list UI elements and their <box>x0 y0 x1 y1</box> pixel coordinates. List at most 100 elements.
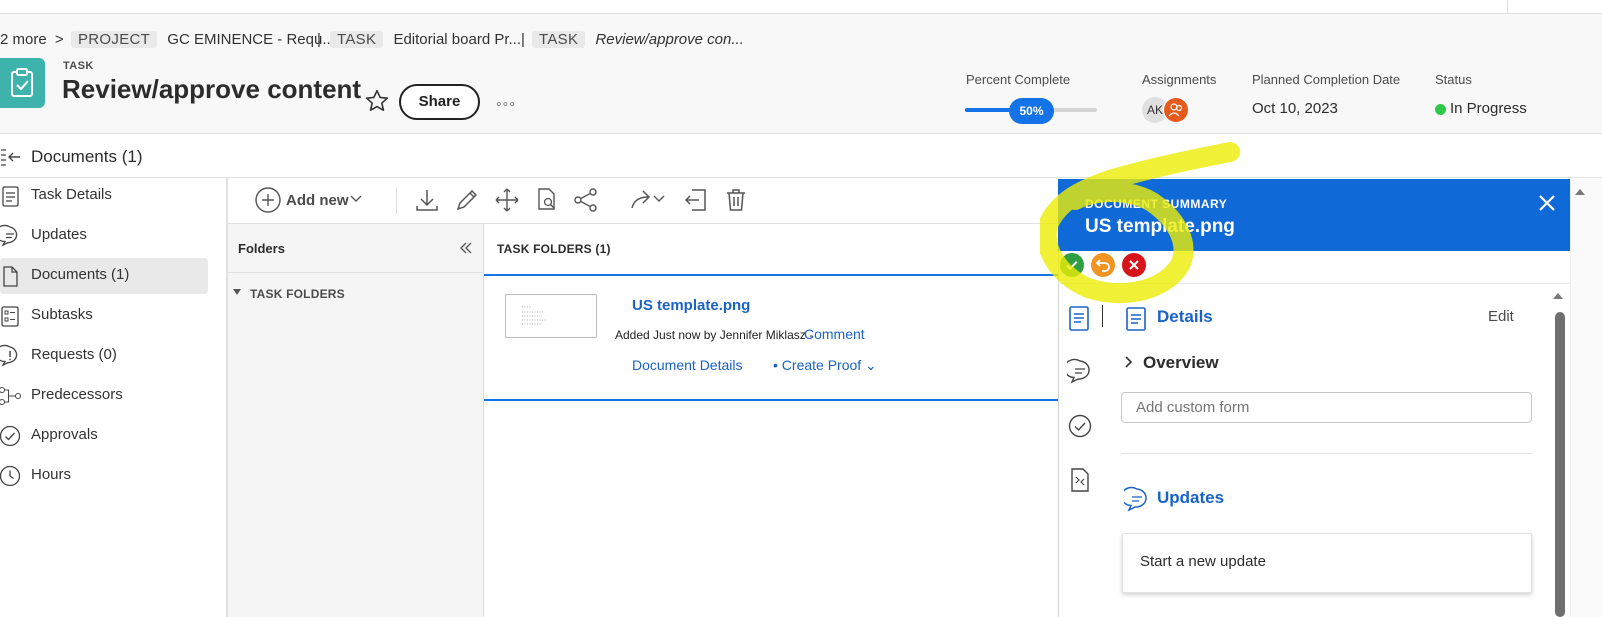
star-icon[interactable] <box>364 88 390 114</box>
clipboard-check-icon <box>0 58 45 108</box>
overview-toggle[interactable]: Overview <box>1143 353 1219 373</box>
chevron-right-icon[interactable] <box>1124 355 1134 369</box>
planned-date-label: Planned Completion Date <box>1252 72 1401 87</box>
download-icon[interactable] <box>413 186 441 214</box>
comment-link[interactable]: Comment <box>804 326 865 342</box>
double-chevron-left-icon[interactable] <box>459 241 473 255</box>
nav-item-label: Documents (1) <box>31 266 130 283</box>
breadcrumb-label: Review/approve con... <box>595 31 744 48</box>
share-network-icon[interactable] <box>572 186 600 214</box>
selected-row-bottom-border <box>484 399 1058 401</box>
nav-item-label: Subtasks <box>31 306 93 323</box>
status-badge[interactable]: In Progress <box>1450 100 1527 117</box>
details-icon <box>1124 306 1148 332</box>
move-icon[interactable] <box>493 186 521 214</box>
collapse-nav-icon[interactable] <box>0 147 24 167</box>
nav-item-task-details[interactable]: Task Details <box>0 178 208 214</box>
document-toolbar <box>228 178 1058 224</box>
task-type-label: TASK <box>63 60 94 72</box>
document-name-link[interactable]: US template.png <box>632 297 750 314</box>
breadcrumb-label: GC EMINENCE - Requ... <box>167 31 335 48</box>
breadcrumb-label: Editorial board Pr... <box>393 31 522 48</box>
dependency-icon <box>0 387 21 405</box>
nav-item-approvals[interactable]: Approvals <box>0 418 208 454</box>
edit-pencil-icon[interactable] <box>453 186 481 214</box>
forward-arrow-icon[interactable] <box>628 186 656 214</box>
nav-item-subtasks[interactable]: Subtasks <box>0 298 208 334</box>
comments-tab-icon[interactable] <box>1067 358 1093 386</box>
left-nav: Task Details Updates Documents (1) Subta… <box>0 178 228 617</box>
add-new-button[interactable]: Add new <box>286 192 349 209</box>
document-added-info: Added Just now by Jennifer Miklasz - <box>615 328 814 342</box>
folders-header: Folders <box>238 241 285 256</box>
share-button[interactable]: Share <box>399 84 480 120</box>
breadcrumb-more[interactable]: 2 more > <box>0 24 64 56</box>
nav-item-label: Task Details <box>31 186 112 203</box>
approvals-tab-icon[interactable] <box>1067 412 1093 440</box>
breadcrumb-type-badge: PROJECT <box>71 31 158 48</box>
breadcrumb-chevron: > <box>54 31 64 48</box>
document-icon <box>2 186 19 207</box>
scroll-up-arrow-icon[interactable] <box>1553 293 1563 299</box>
documents-bar-title: Documents (1) <box>31 147 143 166</box>
details-section-title: Details <box>1157 307 1213 326</box>
check-in-icon[interactable] <box>682 186 710 214</box>
checklist-icon <box>1 306 19 327</box>
nav-item-label: Predecessors <box>31 386 123 403</box>
nav-item-label: Updates <box>31 226 87 243</box>
preview-document-icon[interactable] <box>533 186 561 214</box>
reject-icon[interactable] <box>1122 253 1146 277</box>
percent-complete-label: Percent Complete <box>966 72 1071 87</box>
document-details-link[interactable]: Document Details <box>632 357 743 373</box>
edit-button[interactable]: Edit <box>1488 308 1514 325</box>
page-scrollbar[interactable] <box>1570 179 1602 617</box>
nav-item-hours[interactable]: Hours <box>0 458 208 494</box>
rail-separator <box>1102 305 1103 327</box>
panel-scrollbar-thumb[interactable] <box>1555 312 1565 617</box>
folders-panel <box>228 224 484 617</box>
nav-item-requests[interactable]: Requests (0) <box>0 338 208 374</box>
close-icon[interactable] <box>1537 193 1557 213</box>
breadcrumb-task-current[interactable]: TASK Review/approve con... <box>532 24 744 56</box>
selected-row-top-border <box>484 274 1058 276</box>
chevron-down-icon[interactable] <box>653 195 665 203</box>
breadcrumb-type-badge: TASK <box>532 31 586 48</box>
chevron-down-icon[interactable] <box>350 195 362 203</box>
details-tab-icon[interactable] <box>1067 305 1093 333</box>
nav-item-label: Requests (0) <box>31 346 117 363</box>
return-icon[interactable] <box>1091 253 1115 277</box>
breadcrumb-type-badge: TASK <box>330 31 384 48</box>
nav-item-documents[interactable]: Documents (1) <box>0 258 208 294</box>
summary-header <box>1058 179 1570 251</box>
assignments-label: Assignments <box>1142 72 1217 87</box>
nav-item-label: Approvals <box>31 426 98 443</box>
chat-icon <box>0 224 18 247</box>
trash-icon[interactable] <box>722 186 750 214</box>
document-thumbnail[interactable] <box>505 294 597 338</box>
approval-divider <box>1058 283 1570 284</box>
add-new-icon[interactable] <box>254 186 282 214</box>
summary-kicker: DOCUMENT SUMMARY <box>1085 197 1228 211</box>
nav-item-predecessors[interactable]: Predecessors <box>0 378 208 414</box>
nav-item-updates[interactable]: Updates <box>0 218 208 254</box>
planned-date-value[interactable]: Oct 10, 2023 <box>1252 100 1338 117</box>
file-icon <box>3 266 18 287</box>
create-proof-link[interactable]: • Create Proof ⌄ <box>773 357 877 374</box>
team-avatar-icon[interactable] <box>1163 97 1189 123</box>
breadcrumb-separator: | <box>317 31 321 48</box>
tree-item-task-folders[interactable]: TASK FOLDERS <box>250 287 345 301</box>
more-options-icon[interactable]: ◦◦◦ <box>496 96 516 114</box>
breadcrumb-project[interactable]: PROJECT GC EMINENCE - Requ... <box>71 24 335 56</box>
documents-bar: Documents (1) <box>0 135 1602 178</box>
breadcrumb-task-parent[interactable]: TASK Editorial board Pr... <box>330 24 521 56</box>
new-update-placeholder[interactable]: Start a new update <box>1140 553 1266 570</box>
approve-icon[interactable] <box>1060 253 1084 277</box>
custom-form-input[interactable] <box>1121 392 1532 423</box>
page-title: Review/approve content <box>62 74 362 104</box>
check-circle-icon <box>0 425 21 447</box>
versions-tab-icon[interactable] <box>1067 466 1093 494</box>
scroll-up-arrow-icon[interactable] <box>1575 189 1585 195</box>
summary-title: US template.png <box>1085 216 1235 237</box>
progress-badge[interactable]: 50% <box>1009 98 1054 124</box>
caret-down-icon[interactable] <box>233 289 241 295</box>
